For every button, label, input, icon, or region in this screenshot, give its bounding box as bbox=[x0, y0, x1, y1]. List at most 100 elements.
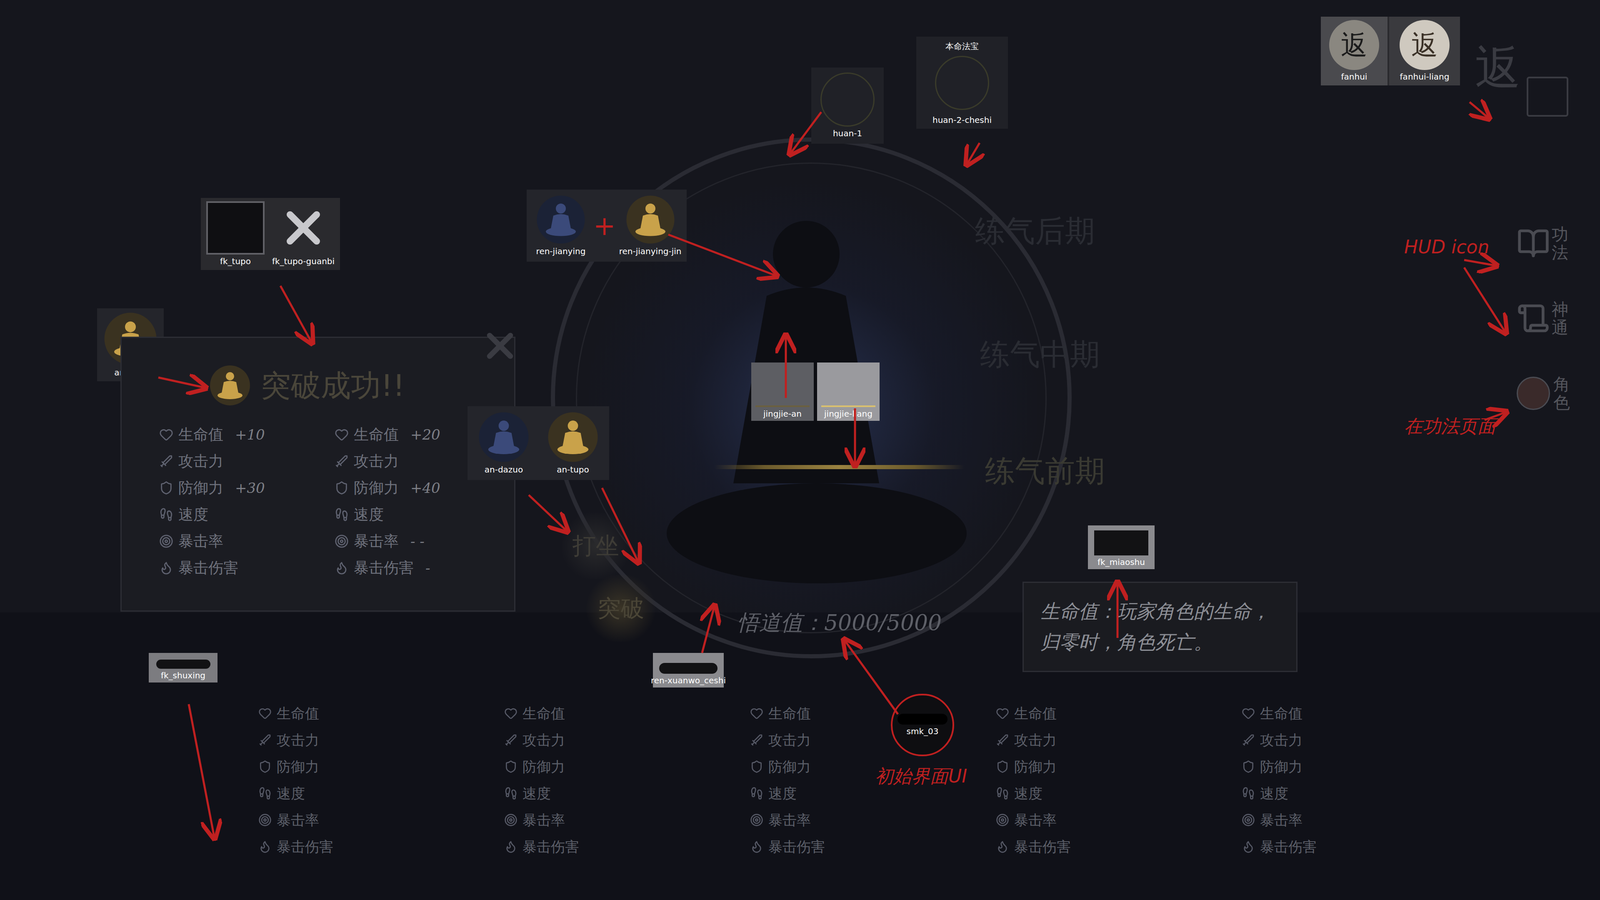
stat-icon bbox=[1241, 813, 1255, 827]
arrow bbox=[1469, 102, 1488, 118]
meditating-figure-icon bbox=[477, 411, 530, 463]
stat-icon bbox=[1241, 786, 1255, 800]
stat-name: 速度 bbox=[276, 782, 305, 805]
return-buttons-tile: 返fanhui返fanhui-liang bbox=[1320, 16, 1460, 86]
stat-name: 暴击伤害 bbox=[1014, 836, 1071, 858]
stat-icon bbox=[995, 733, 1010, 747]
stat-icon bbox=[258, 813, 272, 827]
stat-row: 暴击伤害 bbox=[504, 833, 646, 860]
stat-row: 暴击率 bbox=[750, 806, 892, 834]
stat-column: 生命值攻击力防御力速度暴击率暴击伤害 bbox=[750, 700, 892, 860]
stat-note: +30 bbox=[235, 477, 265, 499]
stat-name: 暴击伤害 bbox=[522, 836, 580, 858]
meditating-figure-icon bbox=[625, 194, 676, 245]
action-button[interactable]: 打坐 bbox=[558, 512, 634, 580]
stat-row: 攻击力 bbox=[504, 726, 646, 754]
stat-name: 暴击率 bbox=[522, 809, 565, 831]
stat-icon bbox=[334, 480, 349, 495]
ring-tile: 本命法宝 huan-2-cheshi bbox=[916, 36, 1008, 129]
realm-bar-tile: jingjie-an jingjie-liang bbox=[751, 362, 880, 421]
asset-label: fk_tupo bbox=[218, 254, 253, 267]
arrow bbox=[668, 234, 776, 276]
stat-row: 速度 bbox=[258, 780, 400, 807]
stat-icon bbox=[334, 427, 349, 442]
stat-icon bbox=[258, 840, 272, 854]
close-icon[interactable] bbox=[276, 201, 330, 255]
stat-row: 防御力 bbox=[995, 753, 1138, 780]
stat-icon bbox=[995, 760, 1010, 774]
stat-row: 暴击伤害 bbox=[1241, 833, 1384, 860]
asset-label: fk_shuxing bbox=[159, 668, 208, 681]
stat-row: 速度 bbox=[1241, 780, 1384, 807]
stat-name: 暴击率 bbox=[353, 530, 399, 553]
stat-note: +40 bbox=[410, 477, 441, 499]
action-tile: an-dazuoan-tupo bbox=[467, 406, 610, 480]
stat-name: 生命值 bbox=[178, 423, 224, 446]
stat-name: 暴击率 bbox=[276, 809, 320, 831]
stat-name: 防御力 bbox=[1260, 756, 1303, 778]
stat-icon bbox=[258, 706, 272, 720]
panel-close-icon[interactable] bbox=[479, 325, 521, 367]
asset-label: an-tupo bbox=[555, 462, 591, 475]
hud-icon[interactable]: 角色 bbox=[1516, 375, 1570, 412]
asset-label: huan-2-cheshi bbox=[930, 113, 994, 126]
stat-icon bbox=[258, 760, 272, 774]
stat-row: 生命值 bbox=[750, 700, 892, 727]
return-button[interactable]: 返fanhui bbox=[1320, 16, 1388, 86]
annotation-arrows bbox=[0, 0, 1600, 900]
stat-icon bbox=[159, 454, 174, 469]
stat-row: 防御力+40 bbox=[334, 474, 477, 502]
stat-row: 暴击伤害- bbox=[334, 554, 477, 582]
figure-tile: ren-jianying+ren-jianying-jin bbox=[526, 189, 687, 262]
stat-name: 攻击力 bbox=[1014, 729, 1057, 751]
vortex-tile: ren-xuanwo_ceshi bbox=[652, 652, 724, 688]
stat-row: 攻击力 bbox=[258, 726, 400, 754]
stat-column: 生命值攻击力防御力速度暴击率暴击伤害 bbox=[504, 700, 646, 860]
stat-icon bbox=[159, 534, 174, 549]
initial-ui-tile: smk_03 bbox=[890, 693, 955, 757]
stat-row: 防御力 bbox=[1241, 753, 1384, 780]
stat-row: 暴击率 bbox=[504, 806, 646, 834]
asset-label: jingjie-liang bbox=[822, 407, 875, 420]
arrow bbox=[528, 495, 567, 531]
stat-name: 速度 bbox=[768, 782, 797, 805]
meditating-figure-icon bbox=[209, 364, 251, 407]
stat-row: 暴击伤害 bbox=[995, 833, 1138, 860]
hud-icon[interactable]: 神通 bbox=[1516, 300, 1569, 337]
stat-name: 攻击力 bbox=[178, 450, 224, 473]
corner-return-icon[interactable]: 返 bbox=[1475, 33, 1559, 117]
breakthrough-panel: 突破成功!!生命值+10攻击力防御力+30速度暴击率暴击伤害生命值+20攻击力防… bbox=[120, 336, 516, 612]
realm-label: 练气后期 bbox=[975, 208, 1095, 254]
stat-name: 防御力 bbox=[1014, 756, 1057, 778]
description-line: 生命值：玩家角色的生命， bbox=[1040, 596, 1280, 628]
stat-icon bbox=[334, 534, 349, 549]
stat-row: 暴击率 - - bbox=[334, 527, 477, 555]
book-icon bbox=[1516, 226, 1550, 260]
ring-header: 本命法宝 bbox=[945, 40, 979, 53]
realm-label: 练气中期 bbox=[980, 331, 1100, 377]
asset-label: fanhui bbox=[1339, 70, 1370, 83]
stat-note: - - bbox=[410, 530, 425, 553]
stat-row: 暴击率 bbox=[159, 527, 302, 555]
arrow bbox=[854, 408, 857, 465]
asset-label: ren-jianying-jin bbox=[617, 244, 684, 257]
ring-tile: huan-1 bbox=[811, 67, 884, 144]
stat-icon bbox=[750, 706, 764, 720]
stat-column: 生命值+10攻击力防御力+30速度暴击率暴击伤害 bbox=[159, 421, 302, 582]
return-button[interactable]: 返fanhui-liang bbox=[1389, 16, 1460, 86]
stat-icon bbox=[159, 560, 174, 575]
stat-row: 暴击率 bbox=[1241, 806, 1384, 834]
stat-row: 防御力 bbox=[504, 753, 646, 780]
action-button[interactable]: 突破 bbox=[583, 575, 659, 642]
stat-name: 防御力 bbox=[768, 756, 811, 778]
hud-icon[interactable]: 功法 bbox=[1516, 225, 1569, 262]
asset-label: fk_miaoshu bbox=[1095, 555, 1147, 568]
arrow bbox=[1484, 412, 1505, 420]
stat-name: 生命值 bbox=[276, 702, 320, 725]
asset-label: jingjie-an bbox=[761, 407, 804, 420]
arrow bbox=[280, 285, 312, 342]
stat-icon bbox=[504, 840, 518, 854]
stat-icon bbox=[504, 813, 518, 827]
stat-icon bbox=[995, 786, 1010, 800]
stat-row: 生命值 bbox=[995, 700, 1138, 727]
